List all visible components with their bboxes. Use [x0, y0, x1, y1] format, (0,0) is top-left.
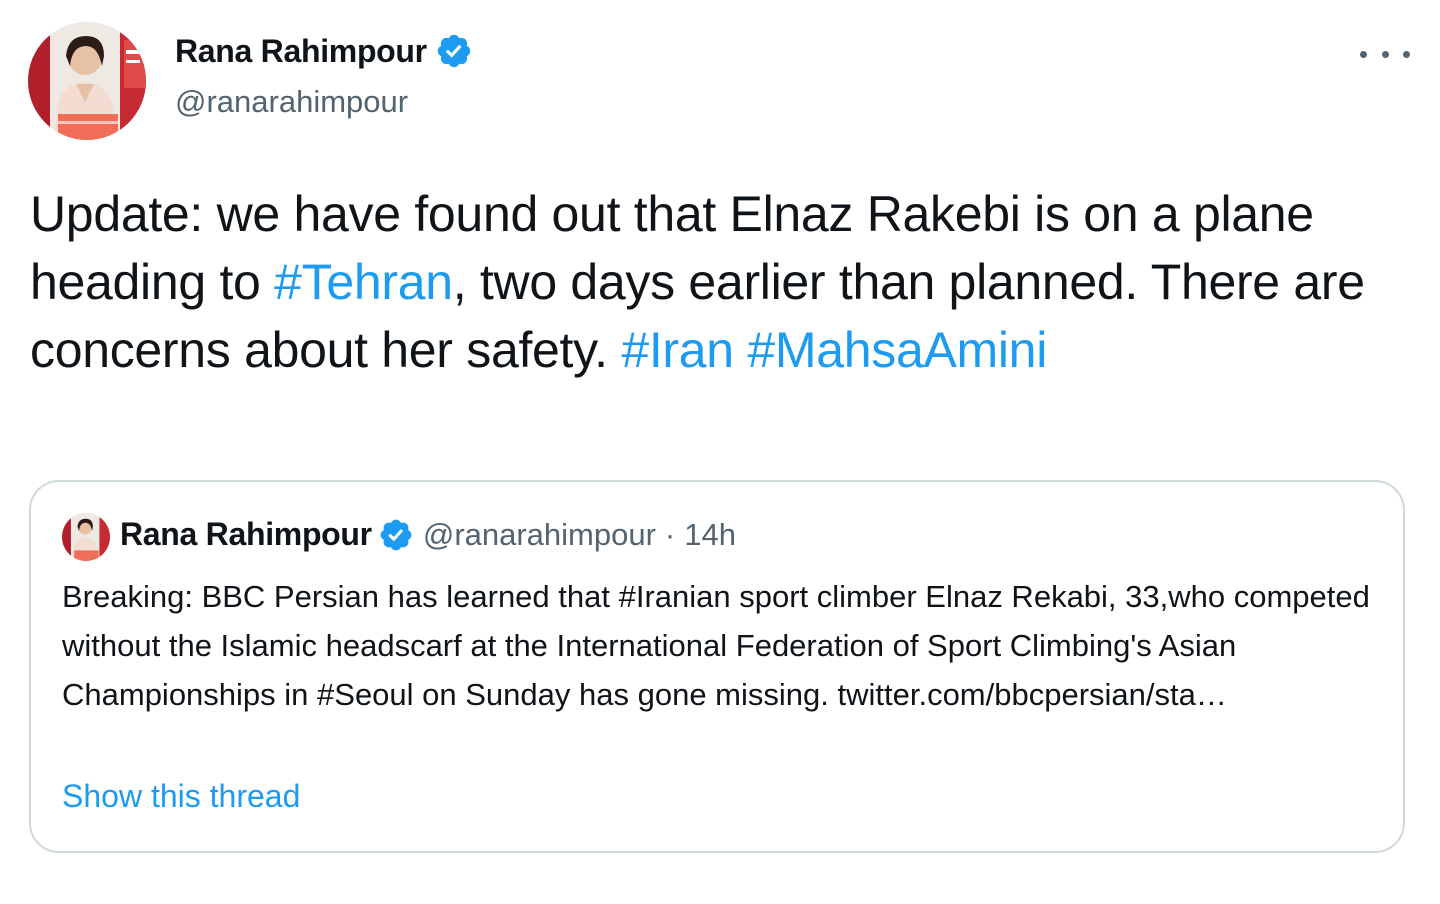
- verified-badge-icon: [380, 519, 412, 550]
- tweet-text-segment: [734, 322, 748, 378]
- more-dot: [1403, 50, 1410, 58]
- tweet: Rana Rahimpour @ranarahimpour Update: we…: [0, 0, 1440, 904]
- hashtag-link-iran[interactable]: #Iran: [621, 322, 734, 378]
- quoted-tweet-text: Breaking: BBC Persian has learned that #…: [62, 579, 1370, 712]
- avatar-photo: [62, 513, 110, 561]
- quoted-tweet-card[interactable]: Rana Rahimpour @ranarahimpour · 14h Brea…: [29, 480, 1405, 853]
- tweet-text: Update: we have found out that Elnaz Rak…: [30, 180, 1390, 384]
- hashtag-link-tehran[interactable]: #Tehran: [274, 254, 453, 310]
- quoted-tweet-timestamp[interactable]: 14h: [684, 517, 736, 553]
- show-thread-link[interactable]: Show this thread: [62, 778, 300, 815]
- header-separator: ·: [664, 516, 676, 552]
- quoted-tweet-header: Rana Rahimpour @ranarahimpour · 14h: [120, 516, 736, 553]
- avatar-photo: [28, 22, 146, 140]
- quoted-author-handle[interactable]: @ranarahimpour: [423, 517, 656, 553]
- more-dot: [1360, 50, 1367, 58]
- hashtag-link-mahsaamini[interactable]: #MahsaAmini: [747, 322, 1047, 378]
- author-name-text[interactable]: Rana Rahimpour: [175, 33, 427, 70]
- author-avatar[interactable]: [28, 22, 146, 140]
- more-options-icon[interactable]: [1360, 38, 1410, 70]
- more-dot: [1381, 50, 1389, 58]
- quoted-author-avatar[interactable]: [62, 513, 110, 561]
- verified-badge-icon: [437, 34, 471, 68]
- author-handle[interactable]: @ranarahimpour: [175, 84, 408, 120]
- author-name[interactable]: Rana Rahimpour: [175, 32, 473, 70]
- quoted-author-name[interactable]: Rana Rahimpour: [120, 516, 372, 553]
